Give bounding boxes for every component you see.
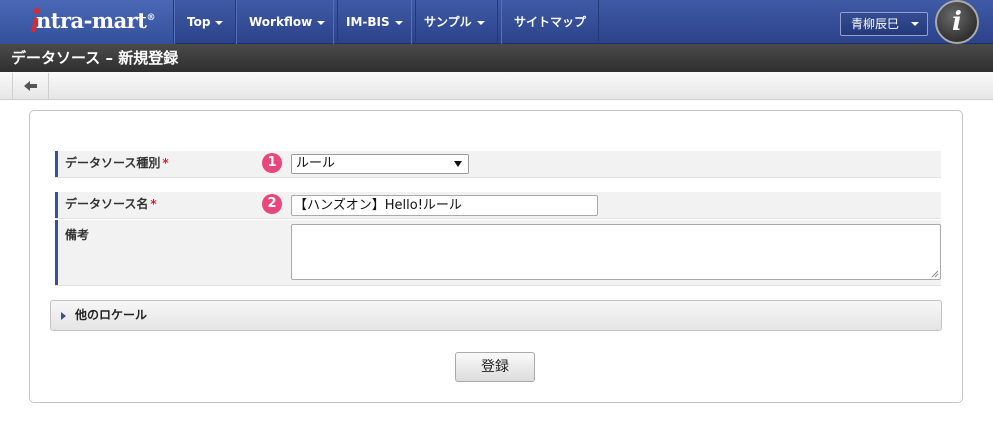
avatar-letter: i xyxy=(952,7,962,37)
form-panel: データソース種別 * 1 ルール データソース名 * 2 【ハンズオン】Hello!… xyxy=(29,110,963,403)
notes-label: 備考 xyxy=(55,220,285,285)
required-mark: * xyxy=(162,156,169,170)
avatar[interactable]: i xyxy=(935,0,979,44)
notes-textarea[interactable] xyxy=(291,224,941,280)
datasource-type-select[interactable]: ルール xyxy=(291,154,469,174)
arrow-left-icon xyxy=(24,81,37,91)
nav-im-bis[interactable]: IM-BIS xyxy=(333,0,416,44)
back-button[interactable] xyxy=(12,73,49,99)
name-label: データソース名 * xyxy=(55,192,285,218)
chevron-down-icon xyxy=(454,161,462,167)
nav-workflow[interactable]: Workflow xyxy=(236,0,339,44)
type-label: データソース種別 * xyxy=(55,151,285,177)
top-navbar: ntra-mart® Top Workflow IM-BIS サンプル サイトマ… xyxy=(0,0,993,44)
chevron-down-icon xyxy=(317,20,326,25)
chevron-down-icon xyxy=(215,20,224,25)
nav-sitemap[interactable]: サイトマップ xyxy=(501,0,600,44)
intra-mart-logo[interactable]: ntra-mart® xyxy=(0,0,174,44)
user-menu-button[interactable]: 青柳辰巳 xyxy=(840,12,928,36)
callout-badge-2: 2 xyxy=(262,194,282,214)
chevron-down-icon xyxy=(911,22,919,26)
toolbar xyxy=(0,72,993,100)
required-mark: * xyxy=(150,197,157,211)
nav-top[interactable]: Top xyxy=(174,0,237,44)
logo-text: ntra-mart® xyxy=(36,8,155,33)
page-title: データソース – 新規登録 xyxy=(0,44,993,72)
caret-right-icon xyxy=(61,312,66,320)
callout-badge-1: 1 xyxy=(262,153,282,173)
chevron-down-icon xyxy=(394,20,403,25)
chevron-down-icon xyxy=(476,20,485,25)
register-button[interactable]: 登録 xyxy=(455,352,535,382)
nav-sample[interactable]: サンプル xyxy=(411,0,498,44)
form-row-name: データソース名 * 2 【ハンズオン】Hello!ルール xyxy=(55,192,941,219)
form-row-notes: 備考 xyxy=(55,220,941,286)
resize-grip-icon[interactable] xyxy=(931,270,939,278)
datasource-name-input[interactable]: 【ハンズオン】Hello!ルール xyxy=(291,195,598,216)
form-row-type: データソース種別 * 1 ルール xyxy=(55,151,941,178)
other-locale-accordion[interactable]: 他のロケール xyxy=(50,300,942,331)
